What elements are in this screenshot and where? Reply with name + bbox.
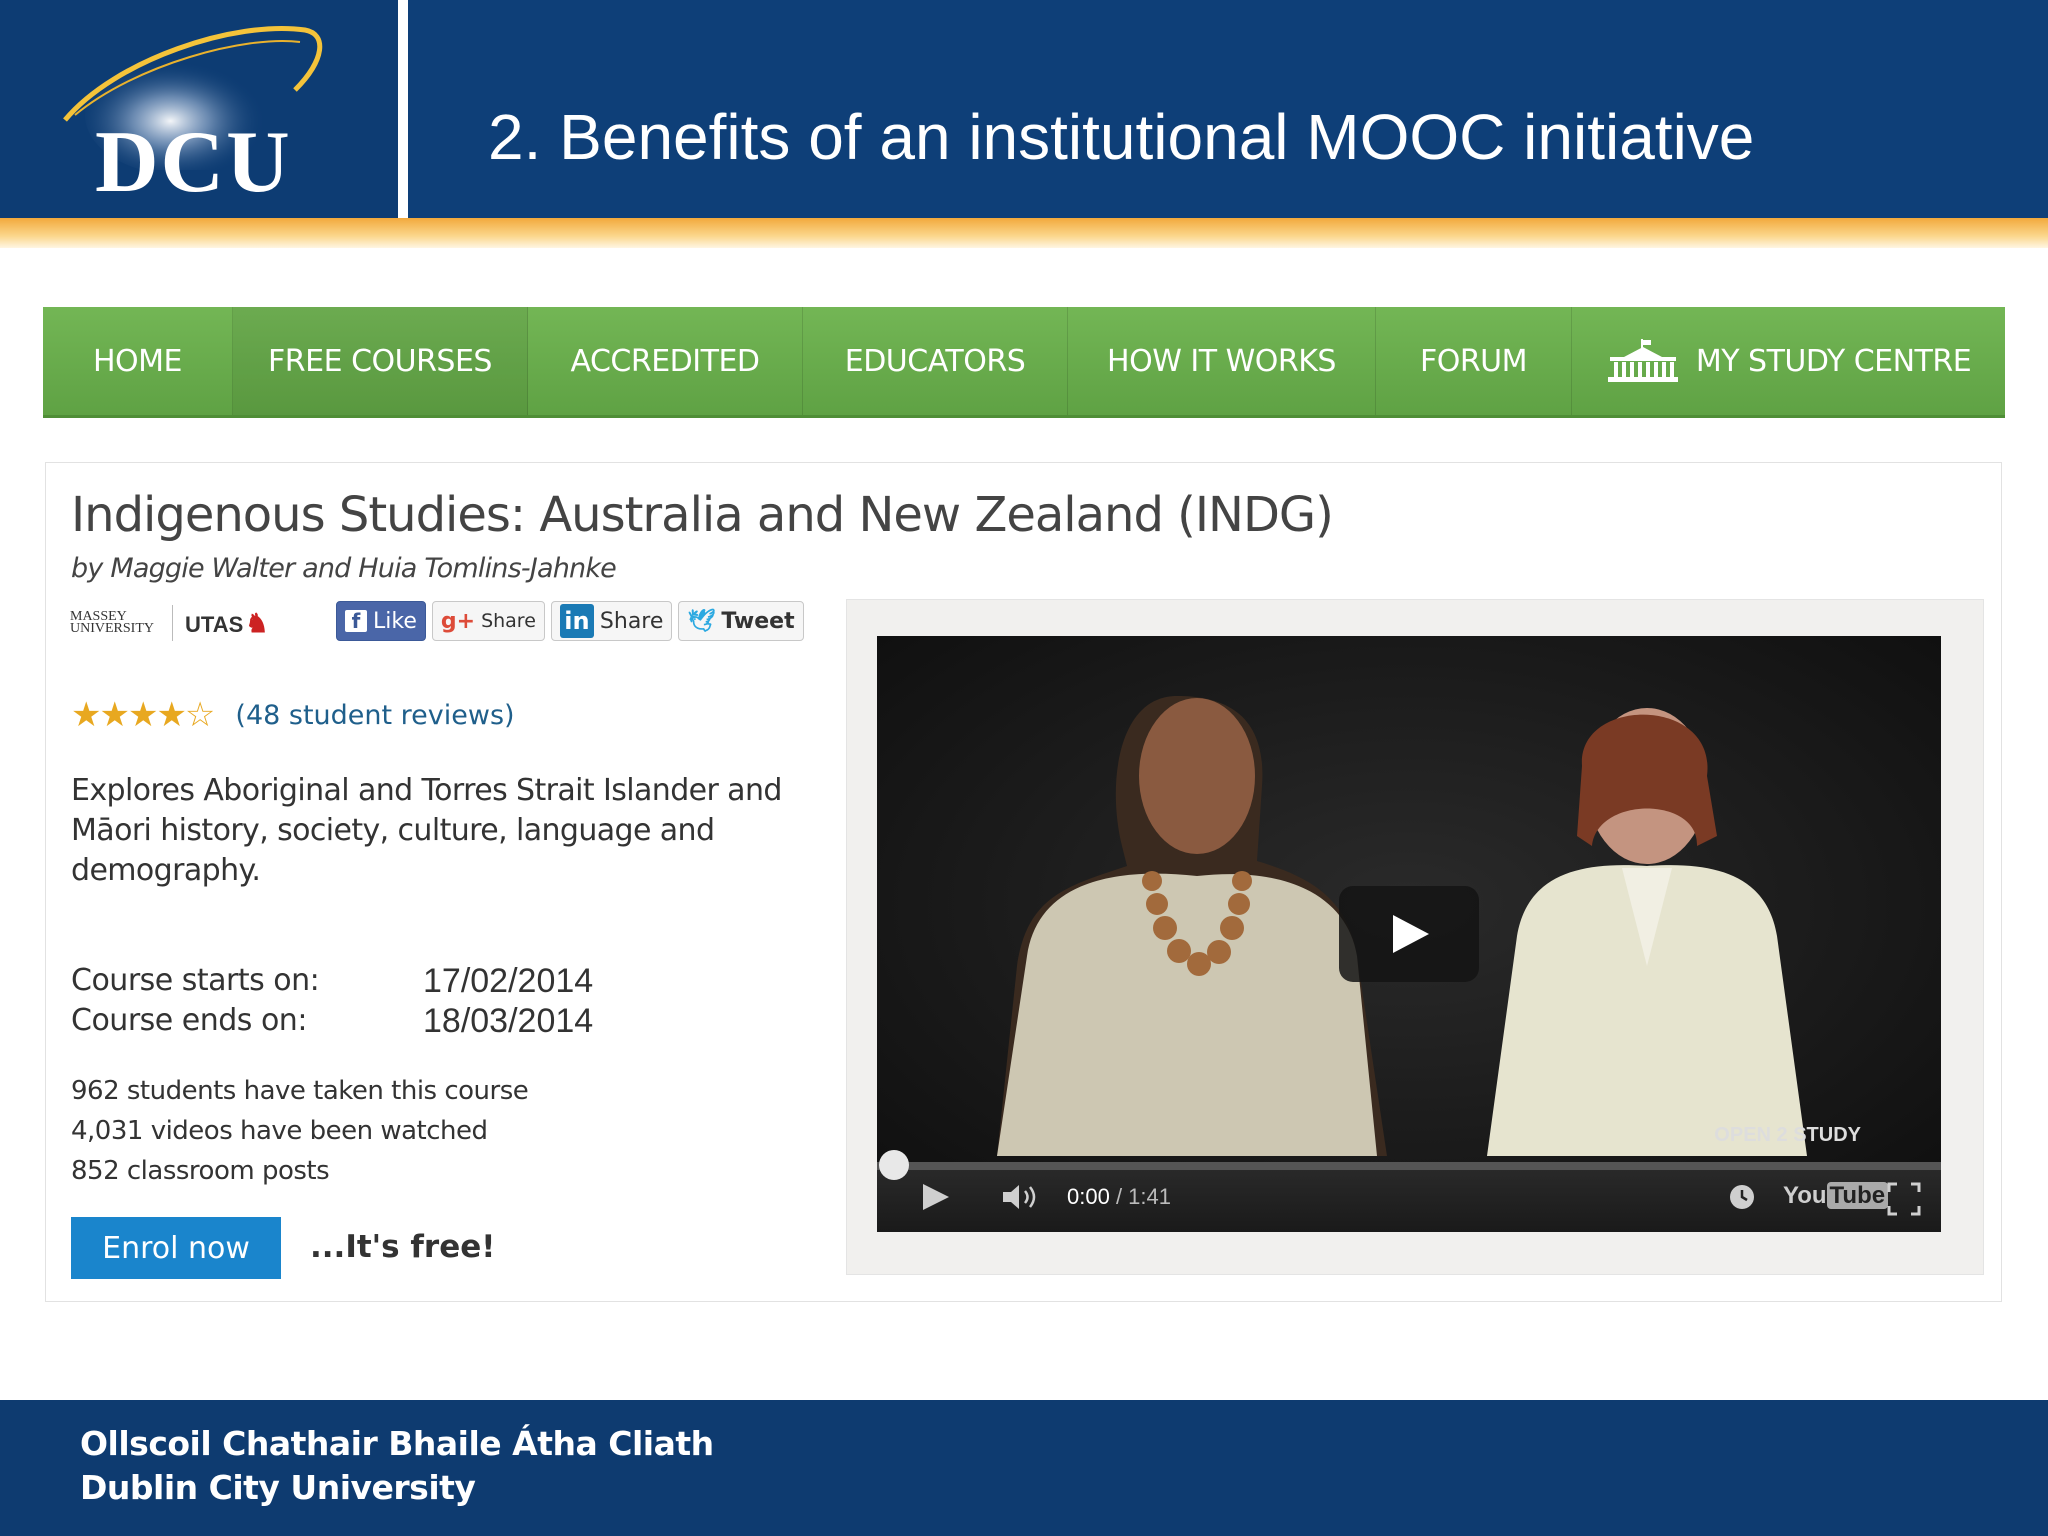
building-icon <box>1607 339 1678 382</box>
facebook-label: Like <box>373 608 417 634</box>
footer-irish-name: Ollscoil Chathair Bhaile Átha Cliath <box>80 1424 714 1463</box>
stat-students: 962 students have taken this course <box>71 1076 529 1106</box>
university-logos: MASSEY UNIVERSITY UTAS♞ <box>70 605 269 641</box>
utas-logo-text: UTAS <box>185 611 244 637</box>
nav-item-accredited[interactable]: ACCREDITED <box>528 307 803 415</box>
end-date-row: Course ends on: 18/03/2014 <box>71 1001 593 1041</box>
video-watermark: OPEN 2 STUDY <box>1714 1124 1861 1146</box>
google-plus-icon: g+ <box>440 608 476 634</box>
progress-bar[interactable] <box>877 1150 1941 1180</box>
nav-item-label: HOW IT WORKS <box>1107 343 1336 379</box>
dcu-logo: DCU <box>0 0 398 218</box>
course-description: Explores Aboriginal and Torres Strait Is… <box>71 773 782 888</box>
nav-item-label: EDUCATORS <box>844 343 1026 379</box>
youtube-logo[interactable]: You Tube <box>1783 1182 1889 1210</box>
fullscreen-icon[interactable] <box>1887 1182 1921 1216</box>
nav-item-free-courses[interactable]: FREE COURSES <box>233 307 528 415</box>
twitter-tweet-button[interactable]: 🕊 Tweet <box>678 601 804 641</box>
logo-text: DCU <box>95 114 292 211</box>
video-player[interactable]: OPEN 2 STUDY 0:00 / 1:41 You Tube <box>877 636 1941 1232</box>
linkedin-icon: in <box>559 604 594 638</box>
start-date-label: Course starts on: <box>71 963 320 998</box>
google-share-label: Share <box>481 610 536 632</box>
watch-later-icon[interactable] <box>1727 1182 1757 1212</box>
logo-divider <box>172 605 173 641</box>
twitter-label: Tweet <box>721 608 795 634</box>
free-text: ...It's free! <box>310 1229 496 1265</box>
stat-posts: 852 classroom posts <box>71 1156 330 1186</box>
nav-item-label: FREE COURSES <box>268 343 492 379</box>
play-icon <box>1393 915 1429 953</box>
nav-item-label: MY STUDY CENTRE <box>1695 343 1972 379</box>
start-date-value: 17/02/2014 <box>423 962 594 1000</box>
video-controls: 0:00 / 1:41 You Tube <box>877 1150 1941 1232</box>
student-reviews-link[interactable]: (48 student reviews) <box>235 700 514 731</box>
footer-english-name: Dublin City University <box>80 1468 476 1507</box>
nav-item-label: ACCREDITED <box>570 343 760 379</box>
video-time: 0:00 / 1:41 <box>1067 1184 1171 1210</box>
course-stats: 962 students have taken this course 4,03… <box>71 1071 529 1191</box>
header-accent-line <box>0 218 2048 248</box>
youtube-you: You <box>1783 1182 1827 1209</box>
star-rating-icon: ★★★★☆ <box>71 696 215 734</box>
site-nav: HOME FREE COURSES ACCREDITED EDUCATORS H… <box>43 307 2005 418</box>
course-rating: ★★★★☆ (48 student reviews) <box>71 695 515 735</box>
course-title: Indigenous Studies: Australia and New Ze… <box>71 487 1334 543</box>
nav-item-label: FORUM <box>1419 343 1528 379</box>
nav-item-home[interactable]: HOME <box>43 307 233 415</box>
utas-logo: UTAS♞ <box>185 608 269 639</box>
google-plus-share-button[interactable]: g+ Share <box>431 601 545 641</box>
video-duration: / 1:41 <box>1115 1184 1171 1209</box>
linkedin-share-button[interactable]: in Share <box>550 601 673 641</box>
course-authors: by Maggie Walter and Huia Tomlins-Jahnke <box>71 553 617 584</box>
play-icon[interactable] <box>921 1182 951 1212</box>
slide-title: 2. Benefits of an institutional MOOC ini… <box>488 101 1755 173</box>
start-date-row: Course starts on: 17/02/2014 <box>71 961 593 1001</box>
slide-footer: Ollscoil Chathair Bhaile Átha Cliath Dub… <box>0 1400 2048 1536</box>
nav-item-forum[interactable]: FORUM <box>1376 307 1572 415</box>
lion-icon: ♞ <box>245 607 269 638</box>
facebook-icon: f <box>345 609 367 633</box>
header-divider <box>398 0 408 218</box>
end-date-label: Course ends on: <box>71 1003 307 1038</box>
linkedin-share-label: Share <box>599 608 664 634</box>
massey-logo: MASSEY UNIVERSITY <box>70 609 154 636</box>
enrol-now-button[interactable]: Enrol now <box>71 1217 281 1279</box>
nav-item-my-study-centre[interactable]: MY STUDY CENTRE <box>1572 307 2005 415</box>
course-dates: Course starts on: 17/02/2014 Course ends… <box>71 961 593 1041</box>
facebook-like-button[interactable]: f Like <box>336 601 426 641</box>
author-prefix: by <box>71 553 103 584</box>
youtube-tube: Tube <box>1826 1182 1889 1209</box>
current-time: 0:00 <box>1067 1184 1110 1209</box>
slide-header: DCU 2. Benefits of an institutional MOOC… <box>0 0 2048 218</box>
end-date-value: 18/03/2014 <box>423 1002 594 1040</box>
nav-item-label: HOME <box>92 343 183 379</box>
nav-item-how-it-works[interactable]: HOW IT WORKS <box>1068 307 1376 415</box>
twitter-bird-icon: 🕊 <box>687 608 716 634</box>
progress-knob[interactable] <box>879 1150 909 1180</box>
nav-item-educators[interactable]: EDUCATORS <box>803 307 1068 415</box>
stat-videos: 4,031 videos have been watched <box>71 1116 488 1146</box>
volume-icon[interactable] <box>1001 1182 1041 1212</box>
play-overlay-button[interactable] <box>1339 886 1479 982</box>
share-buttons: f Like g+ Share in Share 🕊 Tweet <box>336 601 804 641</box>
author-names: Maggie Walter and Huia Tomlins-Jahnke <box>110 553 616 584</box>
